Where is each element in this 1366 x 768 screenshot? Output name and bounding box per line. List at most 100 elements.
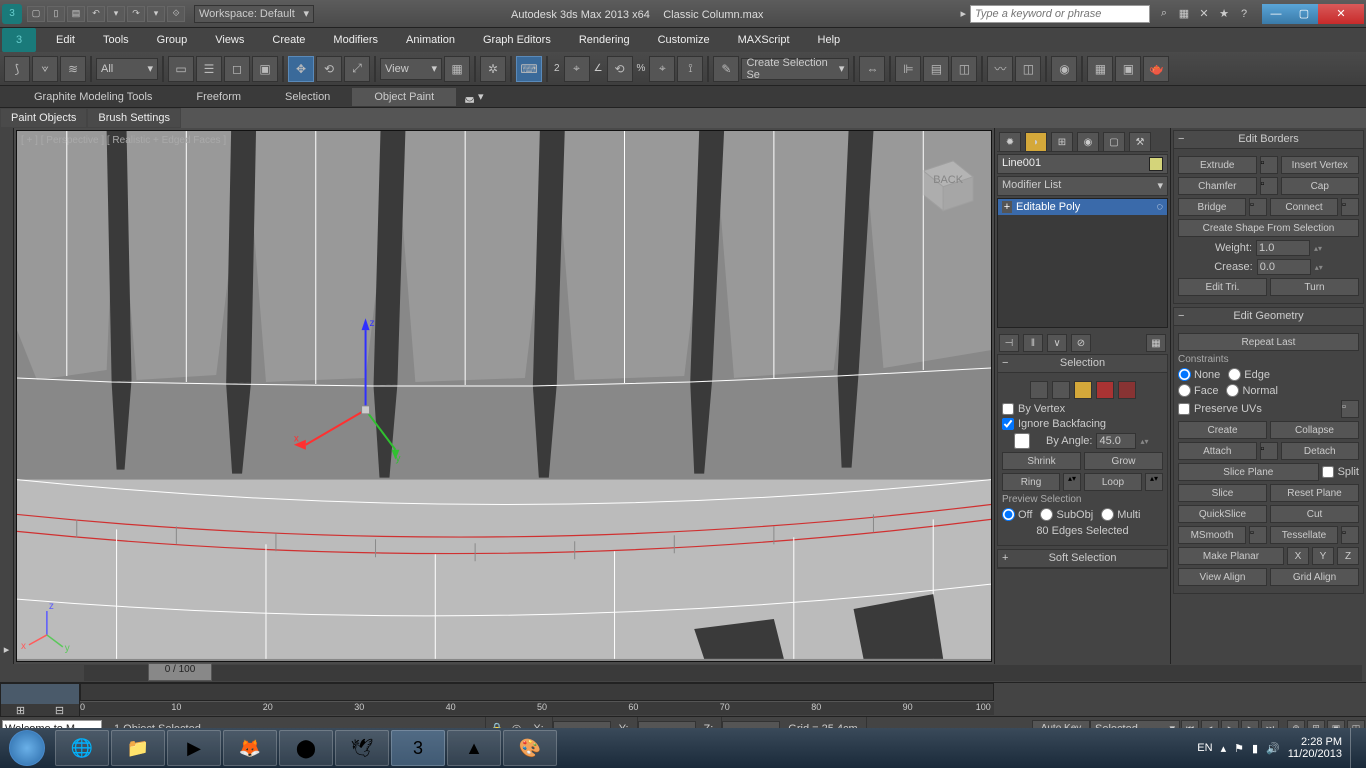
taskbar-app1[interactable]: 🕊 — [335, 730, 389, 766]
infocenter-icon[interactable]: ⌕ — [1156, 6, 1172, 22]
edit-tri-button[interactable]: Edit Tri. — [1178, 278, 1267, 296]
time-slider[interactable]: 0 / 100 — [84, 665, 1362, 681]
graphite-toggle[interactable]: ◫ — [951, 56, 977, 82]
subobj-border[interactable] — [1074, 381, 1092, 399]
qat-link[interactable]: ⟐ — [167, 6, 185, 22]
reset-plane-button[interactable]: Reset Plane — [1270, 484, 1359, 502]
viewport[interactable]: [ + ] [ Perspective ] [ Realistic + Edge… — [16, 130, 992, 662]
slice-plane-button[interactable]: Slice Plane — [1178, 463, 1319, 481]
tray-clock[interactable]: 2:28 PM11/20/2013 — [1288, 736, 1342, 760]
menu-edit[interactable]: Edit — [42, 30, 89, 50]
soft-selection-rollout-header[interactable]: +Soft Selection — [998, 550, 1167, 568]
grid-align-button[interactable]: Grid Align — [1270, 568, 1359, 586]
schematic-view[interactable]: ◫ — [1015, 56, 1041, 82]
taskbar-chrome[interactable]: ⬤ — [279, 730, 333, 766]
make-unique[interactable]: ∨ — [1047, 334, 1067, 352]
attach-button[interactable]: Attach — [1178, 442, 1257, 460]
constraint-face[interactable]: Face — [1178, 384, 1218, 397]
start-button[interactable] — [0, 728, 54, 768]
weight-spinner[interactable] — [1256, 240, 1310, 256]
stack-expand-icon[interactable]: + — [1002, 201, 1012, 213]
menu-grapheditors[interactable]: Graph Editors — [469, 30, 565, 50]
shrink-button[interactable]: Shrink — [1002, 452, 1081, 470]
bridge-settings[interactable]: ▫ — [1249, 198, 1267, 216]
selection-rollout-header[interactable]: −Selection — [998, 355, 1167, 373]
show-end-result[interactable]: ‖ — [1023, 334, 1043, 352]
tessellate-button[interactable]: Tessellate — [1270, 526, 1338, 544]
preserve-uvs-settings[interactable]: ▫ — [1341, 400, 1359, 418]
track-keys[interactable] — [80, 683, 994, 701]
menu-customize[interactable]: Customize — [644, 30, 724, 50]
qat-undo[interactable]: ↶ — [87, 6, 105, 22]
unlink[interactable]: ⟇ — [32, 56, 58, 82]
select-region[interactable]: ◻ — [224, 56, 250, 82]
render-setup[interactable]: ▦ — [1087, 56, 1113, 82]
subobj-edge[interactable] — [1052, 381, 1070, 399]
remove-modifier[interactable]: ⊘ — [1071, 334, 1091, 352]
motion-panel-icon[interactable]: ◉ — [1077, 132, 1099, 152]
turn-button[interactable]: Turn — [1270, 278, 1359, 296]
named-selection-sets[interactable]: Create Selection Se▾ — [741, 58, 849, 80]
preserve-uvs-check[interactable] — [1178, 403, 1190, 415]
taskbar-mediaplayer[interactable]: ▶ — [167, 730, 221, 766]
qat-open[interactable]: ▯ — [47, 6, 65, 22]
menu-maxscript[interactable]: MAXScript — [724, 30, 804, 50]
menu-tools[interactable]: Tools — [89, 30, 143, 50]
bridge-button[interactable]: Bridge — [1178, 198, 1246, 216]
modifier-stack[interactable]: + Editable Poly ◌ — [997, 198, 1168, 328]
create-shape-button[interactable]: Create Shape From Selection — [1178, 219, 1359, 237]
utilities-panel-icon[interactable]: ⚒ — [1129, 132, 1151, 152]
make-planar-button[interactable]: Make Planar — [1178, 547, 1284, 565]
constraint-edge[interactable]: Edge — [1228, 368, 1270, 381]
show-desktop[interactable] — [1350, 728, 1358, 768]
keyboard-shortcut-override[interactable]: ⌨ — [516, 56, 542, 82]
hierarchy-panel-icon[interactable]: ⊞ — [1051, 132, 1073, 152]
cap-button[interactable]: Cap — [1281, 177, 1360, 195]
ring-button[interactable]: Ring — [1002, 473, 1060, 491]
menu-create[interactable]: Create — [258, 30, 319, 50]
ribbon-selection[interactable]: Selection — [263, 88, 352, 106]
preview-subobj-radio[interactable]: SubObj — [1040, 508, 1093, 521]
menu-views[interactable]: Views — [201, 30, 258, 50]
collapse-button[interactable]: Collapse — [1270, 421, 1359, 439]
window-close[interactable]: ✕ — [1318, 4, 1364, 24]
by-angle-spinner[interactable] — [1096, 433, 1136, 449]
modify-panel-icon[interactable]: ◗ — [1025, 132, 1047, 152]
ribbon-graphite[interactable]: Graphite Modeling Tools — [12, 88, 174, 106]
taskbar-firefox[interactable]: 🦊 — [223, 730, 277, 766]
align[interactable]: ⊫ — [895, 56, 921, 82]
window-maximize[interactable]: ▢ — [1290, 4, 1318, 24]
ref-coord-system[interactable]: View▾ — [380, 58, 442, 80]
time-slider-handle[interactable]: 0 / 100 — [148, 663, 212, 681]
planar-x[interactable]: X — [1287, 547, 1309, 565]
taskbar-paint[interactable]: 🎨 — [503, 730, 557, 766]
tray-flag-icon[interactable]: ⚑ — [1234, 742, 1244, 755]
viewport-label[interactable]: [ + ] [ Perspective ] [ Realistic + Edge… — [21, 135, 226, 146]
window-minimize[interactable]: — — [1262, 4, 1290, 24]
quickslice-button[interactable]: QuickSlice — [1178, 505, 1267, 523]
snap-2d[interactable]: ⌖ — [564, 56, 590, 82]
ignore-backfacing-check[interactable]: Ignore Backfacing — [1002, 418, 1163, 430]
object-color-swatch[interactable] — [1149, 157, 1163, 171]
display-panel-icon[interactable]: ▢ — [1103, 132, 1125, 152]
qat-save[interactable]: ▤ — [67, 6, 85, 22]
favorite-icon[interactable]: ★ — [1216, 6, 1232, 22]
workspace-dropdown[interactable]: Workspace: Default▾ — [194, 5, 314, 23]
subobj-polygon[interactable] — [1096, 381, 1114, 399]
constraint-none[interactable]: None — [1178, 368, 1220, 381]
grow-button[interactable]: Grow — [1084, 452, 1163, 470]
menu-group[interactable]: Group — [143, 30, 202, 50]
ribbon-expand-icon[interactable]: ◛ ▾ — [456, 87, 491, 106]
subobj-vertex[interactable] — [1030, 381, 1048, 399]
subribbon-brushsettings[interactable]: Brush Settings — [87, 108, 181, 128]
help-search-input[interactable] — [970, 5, 1150, 23]
tray-show-hidden[interactable]: ▴ — [1221, 742, 1227, 755]
menu-modifiers[interactable]: Modifiers — [319, 30, 392, 50]
loop-spinner[interactable]: ▴▾ — [1145, 473, 1163, 491]
configure-sets[interactable]: ▦ — [1146, 334, 1166, 352]
extrude-button[interactable]: Extrude — [1178, 156, 1257, 174]
exchange-icon[interactable]: ✕ — [1196, 6, 1212, 22]
repeat-last-button[interactable]: Repeat Last — [1178, 333, 1359, 351]
taskbar-vlc[interactable]: ▲ — [447, 730, 501, 766]
qat-redo[interactable]: ↷ — [127, 6, 145, 22]
